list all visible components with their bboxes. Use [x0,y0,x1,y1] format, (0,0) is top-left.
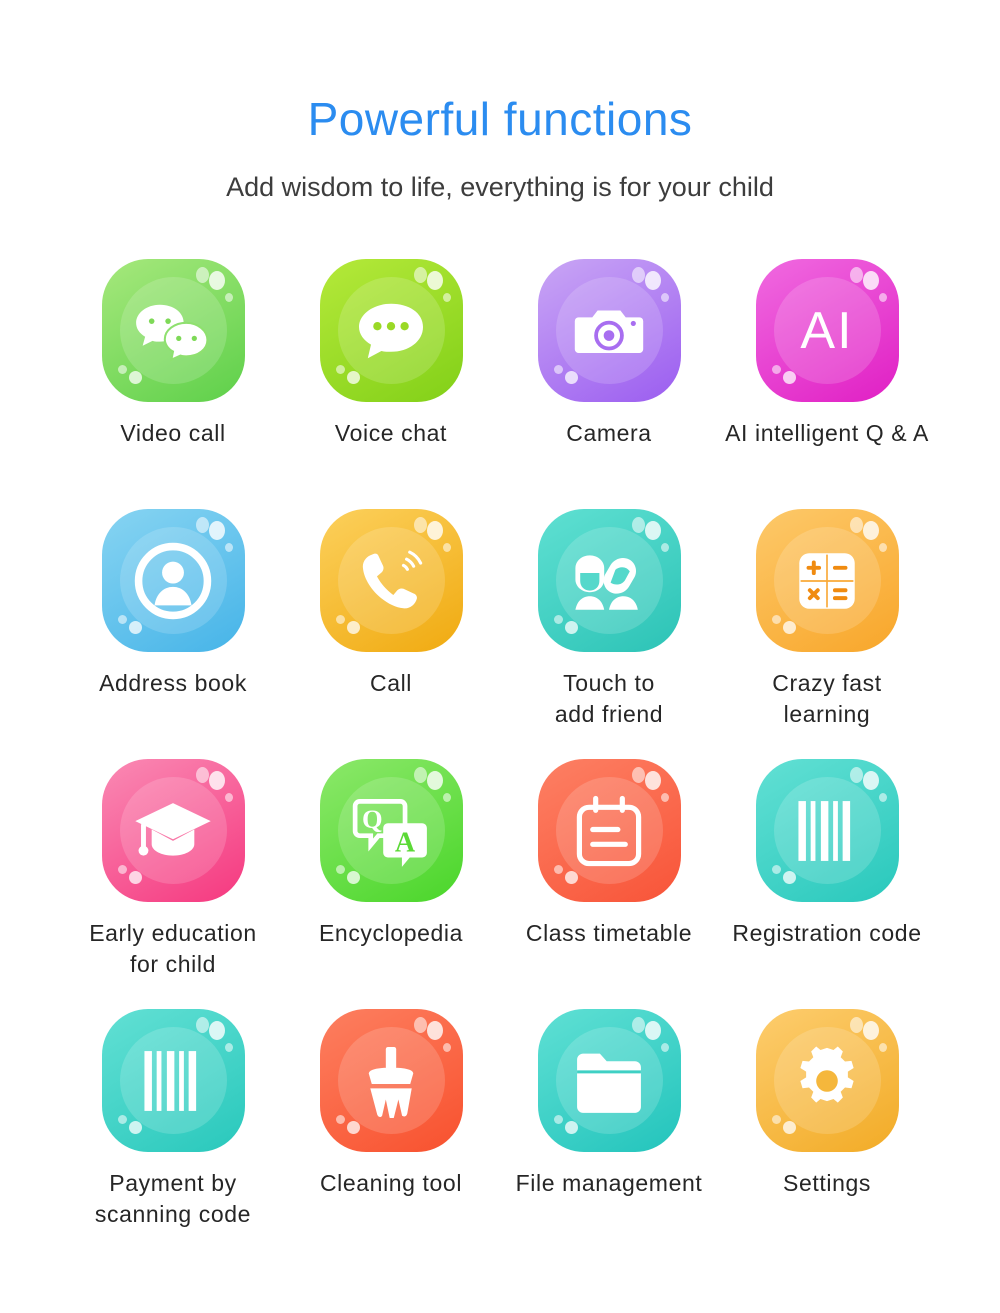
ai-text-icon: AI [800,301,854,360]
feature-label: Crazy fast learning [772,670,882,727]
feature-item[interactable]: Crazy fast learning [718,509,936,759]
contact-person-icon [102,509,245,652]
feature-label: AI intelligent Q & A [725,420,929,446]
feature-label: Voice chat [334,420,448,446]
powerful-functions-page: Powerful functions Add wisdom to life, e… [0,0,1000,1313]
feature-label: Cleaning tool [319,1170,463,1196]
feature-item[interactable]: Address book [64,509,282,759]
feature-icon-tile[interactable] [537,759,681,902]
speech-bubble-icon [320,259,463,402]
camera-icon [538,259,681,402]
gear-icon [756,1009,899,1152]
chat-bubbles-icon [102,259,245,402]
feature-item[interactable]: Touch to add friend [500,509,718,759]
feature-item[interactable]: Voice chat [282,259,500,509]
feature-label: File management [515,1170,703,1196]
phone-handset-icon [320,509,463,652]
feature-icon-tile[interactable] [537,1009,681,1152]
folder-icon [538,1009,681,1152]
feature-icon-tile[interactable] [319,509,463,652]
feature-grid: Video call Voice chat Camera AI AI intellige… [0,259,1000,1259]
page-title: Powerful functions [307,93,693,145]
feature-label: Address book [99,670,247,696]
feature-label: Camera [566,420,652,446]
feature-icon-tile[interactable] [755,759,899,902]
feature-label: Video call [120,420,226,446]
feature-icon-tile[interactable]: AI [755,259,899,402]
feature-item[interactable]: Class timetable [500,759,718,1009]
feature-item[interactable]: Early education for child [64,759,282,1009]
feature-icon-tile[interactable] [101,1009,245,1152]
feature-icon-tile[interactable] [101,759,245,902]
feature-label: Early education for child [89,920,257,977]
page-header: Powerful functions Add wisdom to life, e… [0,0,1000,203]
feature-label: Registration code [732,920,922,946]
feature-item[interactable]: Video call [64,259,282,509]
calculator-icon [756,509,899,652]
two-people-icon [538,509,681,652]
feature-icon-tile[interactable] [319,1009,463,1152]
broom-icon [320,1009,463,1152]
feature-item[interactable]: Payment by scanning code [64,1009,282,1259]
feature-item[interactable]: AI AI intelligent Q & A [718,259,936,509]
page-subtitle: Add wisdom to life, everything is for yo… [226,172,774,202]
feature-icon-tile[interactable] [101,259,245,402]
calendar-notepad-icon [538,759,681,902]
feature-icon-tile[interactable] [537,509,681,652]
feature-icon-tile[interactable] [101,509,245,652]
feature-icon-tile[interactable] [319,259,463,402]
feature-label: Payment by scanning code [94,1170,252,1227]
feature-item[interactable]: Registration code [718,759,936,1009]
feature-label: Settings [783,1170,871,1196]
graduation-cap-icon [102,759,245,902]
feature-label: Encyclopedia [318,920,463,946]
feature-item[interactable]: Camera [500,259,718,509]
svg-text:Q: Q [362,803,383,833]
feature-icon-tile[interactable] [755,1009,899,1152]
feature-icon-tile[interactable] [537,259,681,402]
feature-icon-tile[interactable]: QA [319,759,463,902]
feature-item[interactable]: Call [282,509,500,759]
feature-item[interactable]: Q A Encyclopedia [282,759,500,1009]
svg-text:A: A [395,827,416,858]
feature-item[interactable]: File management [500,1009,718,1259]
qa-bubbles-icon: QA [320,759,463,902]
feature-label: Call [369,670,413,696]
feature-item[interactable]: Cleaning tool [282,1009,500,1259]
barcode-icon [756,759,899,902]
barcode-icon [102,1009,245,1152]
feature-item[interactable]: Settings [718,1009,936,1259]
feature-icon-tile[interactable] [755,509,899,652]
